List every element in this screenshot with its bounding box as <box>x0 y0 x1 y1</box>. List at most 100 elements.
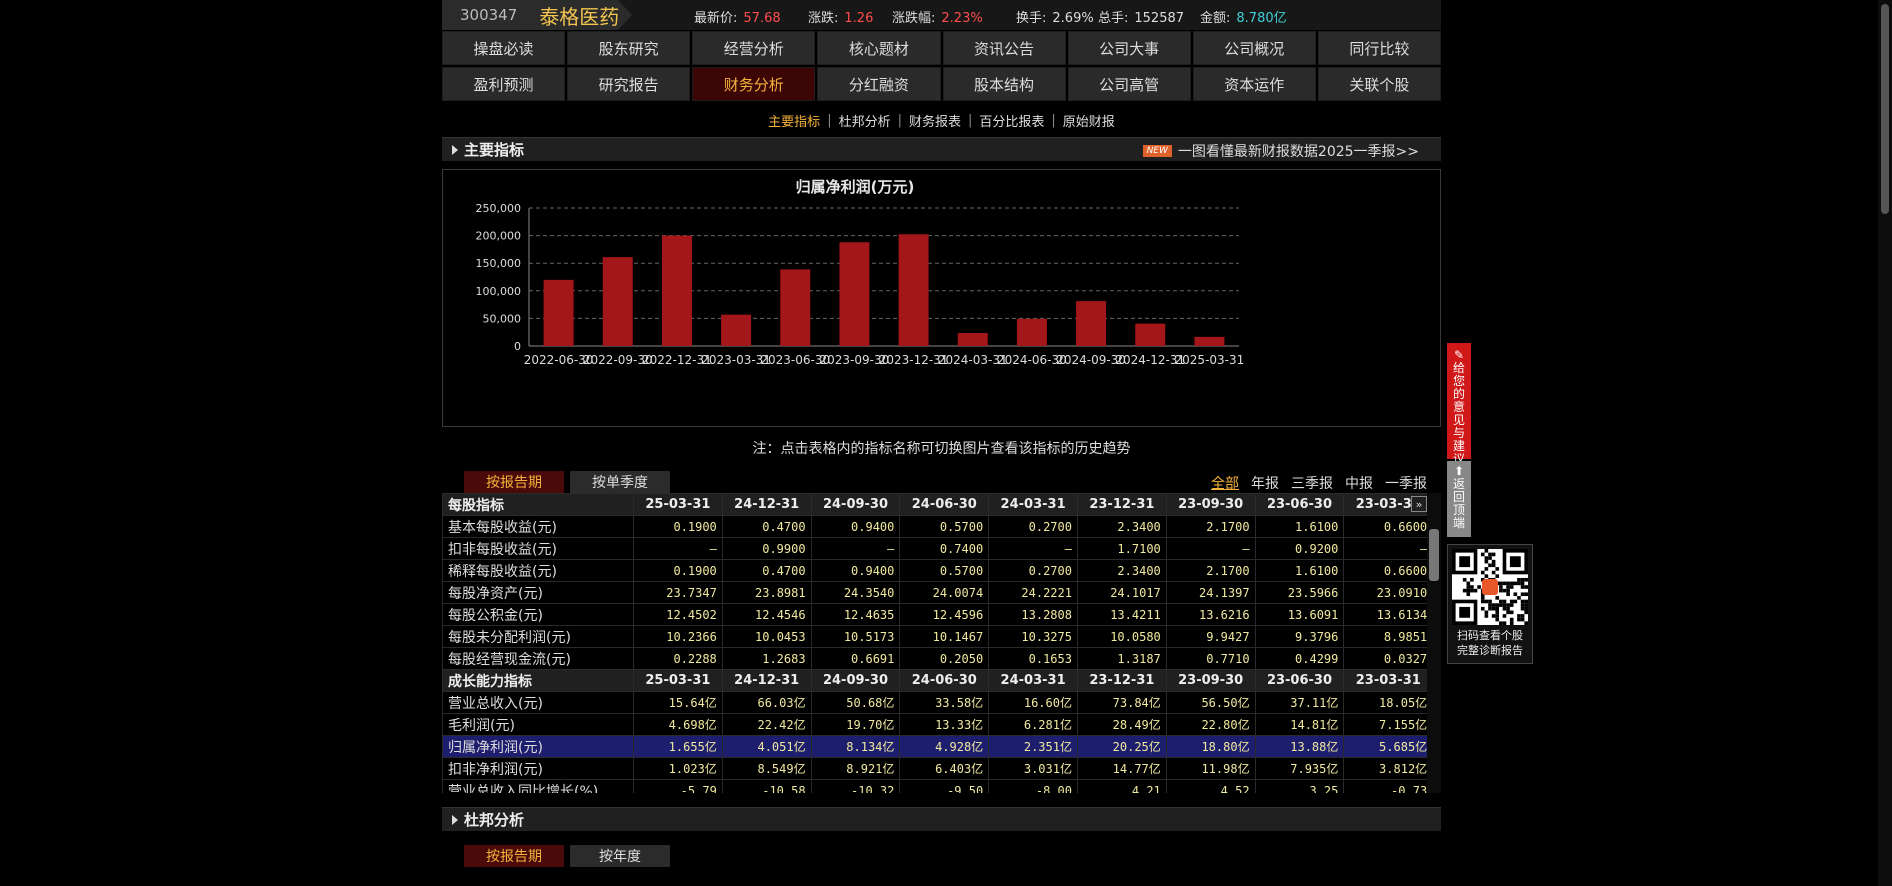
row-label[interactable]: 每股公积金(元) <box>442 603 634 626</box>
row-label[interactable]: 毛利润(元) <box>442 713 634 736</box>
table-cell: 1.6100 <box>1254 559 1345 582</box>
feedback-button[interactable]: ✎ 给您的意见与建议 <box>1447 343 1471 466</box>
nav-item[interactable]: 公司概况 <box>1192 31 1316 65</box>
nav-item[interactable]: 公司高管 <box>1067 67 1191 101</box>
bar[interactable] <box>543 279 574 346</box>
subnav-item[interactable]: 财务报表 <box>909 111 961 130</box>
row-label[interactable]: 每股未分配利润(元) <box>442 625 634 648</box>
row-label[interactable]: 营业总收入(元) <box>442 691 634 714</box>
subnav-item[interactable]: 百分比报表 <box>979 111 1044 130</box>
quote-label: 最新价: <box>694 11 738 26</box>
qr-widget[interactable]: 扫码查看个股 完整诊断报告 <box>1447 544 1533 664</box>
tab-dupont-yearly[interactable]: 按年度 <box>570 845 670 867</box>
table-row[interactable]: 扣非净利润(元) 1.023亿 8.549亿 8.921亿 6.403亿 3.031亿 14… <box>442 757 1434 780</box>
table-cell: 1.2683 <box>721 647 812 670</box>
nav-item[interactable]: 股东研究 <box>567 31 691 65</box>
table-row[interactable]: 归属净利润(元) 1.655亿 4.051亿 8.134亿 4.928亿 2.351亿 20… <box>442 735 1434 758</box>
table-row[interactable]: 每股未分配利润(元) 10.2366 10.0453 10.5173 10.1467 10… <box>442 625 1434 648</box>
table-cell: 13.88亿 <box>1254 735 1345 758</box>
subnav-item[interactable]: 主要指标 <box>768 111 820 130</box>
table-cell: 73.84亿 <box>1076 691 1167 714</box>
bar[interactable] <box>839 242 870 346</box>
table-row[interactable]: 扣非每股收益(元) —0.9900—0.7400—1.7100—0.9200— <box>442 537 1434 560</box>
qr-caption-line-1: 扫码查看个股 <box>1457 629 1523 642</box>
table-cell: 6.403亿 <box>899 757 990 780</box>
page-scroll-thumb[interactable] <box>1881 4 1889 214</box>
y-tick-label: 50,000 <box>483 312 522 325</box>
filter-item[interactable]: 中报 <box>1345 473 1373 493</box>
table-row[interactable]: 每股净资产(元) 23.7347 23.8981 24.3540 24.0074 24.2… <box>442 581 1434 604</box>
tab-dupont-report-period[interactable]: 按报告期 <box>464 845 564 867</box>
nav-item[interactable]: 盈利预测 <box>442 67 566 101</box>
row-label[interactable]: 基本每股收益(元) <box>442 515 634 538</box>
table-cell: -10.32 <box>810 779 901 793</box>
row-label[interactable]: 归属净利润(元) <box>442 735 634 758</box>
tab-by-report-period[interactable]: 按报告期 <box>464 471 564 493</box>
table-row[interactable]: 毛利润(元) 4.698亿 22.42亿 19.70亿 13.33亿 6.281亿 28.4… <box>442 713 1434 736</box>
table-cell: 3.25 <box>1254 779 1345 793</box>
table-row[interactable]: 每股公积金(元) 12.4502 12.4546 12.4635 12.4596 13.2… <box>442 603 1434 626</box>
nav-item[interactable]: 股本结构 <box>942 67 1066 101</box>
subnav-item[interactable]: 原始财报 <box>1063 111 1115 130</box>
page-scrollbar[interactable] <box>1878 0 1892 886</box>
table-row[interactable]: 每股经营现金流(元) 0.2288 1.2683 0.6691 0.2050 0.1653… <box>442 647 1434 670</box>
nav-item[interactable]: 经营分析 <box>692 31 816 65</box>
nav-item[interactable]: 分红融资 <box>817 67 941 101</box>
date-header: 23-09-30 <box>1165 493 1256 516</box>
table-cell: 0.7710 <box>1165 647 1256 670</box>
nav-item[interactable]: 资讯公告 <box>942 31 1066 65</box>
nav-item[interactable]: 研究报告 <box>567 67 691 101</box>
nav-item[interactable]: 财务分析 <box>692 67 816 101</box>
table-row[interactable]: 营业总收入同比增长(%) -5.79 -10.58 -10.32 -9.50 -8.00 4… <box>442 779 1434 793</box>
row-label[interactable]: 营业总收入同比增长(%) <box>442 779 634 793</box>
bar[interactable] <box>602 257 633 346</box>
table-cell: 0.4700 <box>721 515 812 538</box>
nav-item[interactable]: 同行比较 <box>1317 31 1441 65</box>
table-cell: 4.52 <box>1165 779 1256 793</box>
bar[interactable] <box>721 314 752 346</box>
row-label[interactable]: 扣非每股收益(元) <box>442 537 634 560</box>
table-row[interactable]: 营业总收入(元) 15.64亿 66.03亿 50.68亿 33.58亿 16.60亿 73… <box>442 691 1434 714</box>
section-header-dupont: 杜邦分析 <box>442 807 1441 831</box>
bar[interactable] <box>1016 318 1047 346</box>
bar[interactable] <box>1194 336 1225 346</box>
bar[interactable] <box>1135 323 1166 346</box>
tab-by-single-quarter[interactable]: 按单季度 <box>570 471 670 493</box>
nav-item[interactable]: 资本运作 <box>1192 67 1316 101</box>
nav-item[interactable]: 操盘必读 <box>442 31 566 65</box>
table-cell: 1.3187 <box>1076 647 1167 670</box>
filter-item[interactable]: 全部 <box>1211 473 1239 493</box>
nav-item[interactable]: 关联个股 <box>1317 67 1441 101</box>
nav-item[interactable]: 核心题材 <box>817 31 941 65</box>
table-cell: 23.5966 <box>1254 581 1345 604</box>
table-row[interactable]: 稀释每股收益(元) 0.1900 0.4700 0.9400 0.5700 0.2700 2… <box>442 559 1434 582</box>
table-row[interactable]: 基本每股收益(元) 0.1900 0.4700 0.9400 0.5700 0.2700 2… <box>442 515 1434 538</box>
subnav-item[interactable]: 杜邦分析 <box>839 111 891 130</box>
row-label[interactable]: 每股净资产(元) <box>442 581 634 604</box>
table-scrollbar[interactable] <box>1427 493 1441 793</box>
nav-item[interactable]: 公司大事 <box>1067 31 1191 65</box>
table-scroll-thumb[interactable] <box>1429 529 1439 581</box>
table-cell: 0.2700 <box>988 559 1078 582</box>
table-cell: 12.4635 <box>810 603 901 626</box>
row-label[interactable]: 每股经营现金流(元) <box>442 647 634 670</box>
table-cell: 9.3796 <box>1254 625 1345 648</box>
row-label[interactable]: 稀释每股收益(元) <box>442 559 634 582</box>
table-cell: 0.5700 <box>899 559 990 582</box>
y-tick-label: 150,000 <box>476 257 522 270</box>
filter-item[interactable]: 三季报 <box>1291 473 1333 493</box>
bar[interactable] <box>1076 301 1107 346</box>
bar[interactable] <box>661 235 692 346</box>
back-to-top-button[interactable]: ⬆ 返回顶端 <box>1447 461 1471 537</box>
quote-label: 涨跌幅: <box>892 11 936 26</box>
bar[interactable] <box>780 269 811 346</box>
row-label[interactable]: 扣非净利润(元) <box>442 757 634 780</box>
filter-item[interactable]: 一季报 <box>1385 473 1427 493</box>
promo-link[interactable]: NEW 一图看懂最新财报数据2025一季报>> <box>1142 141 1419 161</box>
more-columns-button[interactable]: » <box>1411 496 1427 512</box>
table-cell: 24.1397 <box>1165 581 1256 604</box>
filter-item[interactable]: 年报 <box>1251 473 1279 493</box>
bar[interactable] <box>898 234 929 346</box>
sub-nav: 主要指标 | 杜邦分析 | 财务报表 | 百分比报表 | 原始财报 <box>442 103 1441 137</box>
bar[interactable] <box>957 333 988 346</box>
